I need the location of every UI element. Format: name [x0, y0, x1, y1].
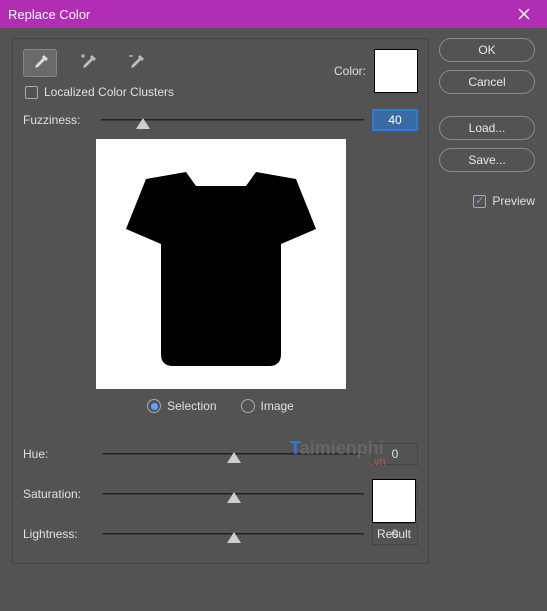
close-button[interactable] — [509, 0, 539, 28]
load-button[interactable]: Load... — [439, 116, 535, 140]
saturation-label: Saturation: — [23, 487, 95, 501]
hue-input[interactable] — [372, 443, 418, 465]
fuzziness-label: Fuzziness: — [23, 113, 93, 127]
button-column: OK Cancel Load... Save... Preview — [439, 38, 535, 564]
localized-clusters-checkbox[interactable] — [25, 86, 38, 99]
lightness-slider[interactable] — [103, 524, 364, 544]
eyedropper-minus-tool[interactable] — [119, 49, 153, 77]
localized-clusters-label: Localized Color Clusters — [44, 85, 174, 99]
dialog-title: Replace Color — [8, 7, 509, 22]
preview-area — [96, 139, 346, 389]
preview-label: Preview — [492, 194, 535, 208]
selection-radio[interactable]: Selection — [147, 399, 216, 413]
image-radio[interactable]: Image — [241, 399, 294, 413]
hue-slider[interactable] — [103, 444, 364, 464]
fuzziness-slider[interactable] — [101, 110, 364, 130]
titlebar: Replace Color — [0, 0, 547, 28]
selection-mask-image — [101, 144, 341, 384]
preview-checkbox[interactable] — [473, 195, 486, 208]
radio-dot-icon — [241, 399, 255, 413]
fuzziness-input[interactable] — [372, 109, 418, 131]
saturation-slider[interactable] — [103, 484, 364, 504]
radio-dot-icon — [147, 399, 161, 413]
selected-color-swatch[interactable] — [374, 49, 418, 93]
color-label: Color: — [334, 64, 366, 78]
hue-label: Hue: — [23, 447, 95, 461]
eyedropper-plus-tool[interactable] — [71, 49, 105, 77]
result-color-swatch[interactable] — [372, 479, 416, 523]
lightness-label: Lightness: — [23, 527, 95, 541]
result-label: Result — [377, 527, 411, 541]
eyedropper-tool[interactable] — [23, 49, 57, 77]
image-radio-label: Image — [261, 399, 294, 413]
ok-button[interactable]: OK — [439, 38, 535, 62]
selection-radio-label: Selection — [167, 399, 216, 413]
cancel-button[interactable]: Cancel — [439, 70, 535, 94]
main-panel: Color: Localized Color Clusters Fuzzines… — [12, 38, 429, 564]
save-button[interactable]: Save... — [439, 148, 535, 172]
